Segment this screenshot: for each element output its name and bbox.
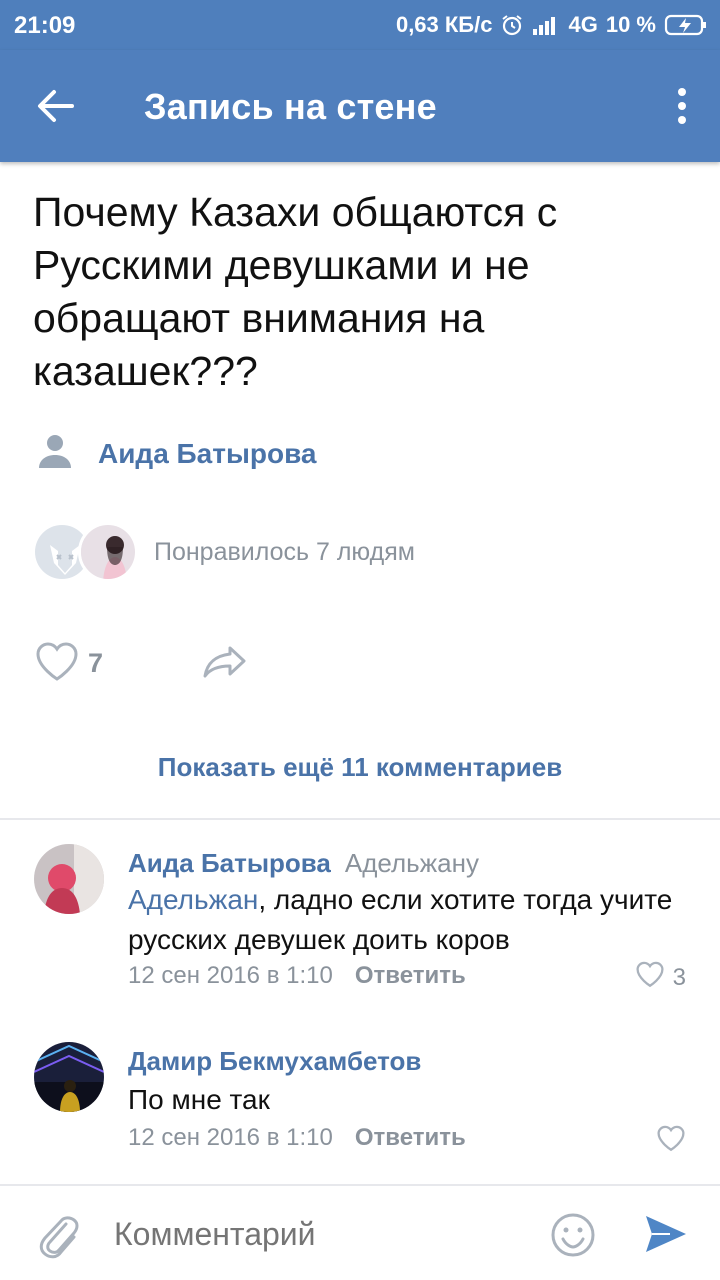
- commenter-name[interactable]: Аида Батырова: [128, 848, 331, 878]
- post-text: Почему Казахи общаются с Русскими девушк…: [33, 189, 558, 394]
- status-time: 21:09: [14, 12, 76, 39]
- mention-link[interactable]: Адельжан: [128, 884, 258, 915]
- comment-date: 12 сен 2016 в 1:10: [128, 962, 333, 989]
- commenter-avatar[interactable]: [34, 844, 104, 914]
- comment-text: Адельжан, ладно если хотите тогда учите …: [128, 880, 688, 960]
- page-title: Запись на стене: [144, 86, 437, 127]
- app-bar: Запись на стене: [0, 50, 720, 162]
- commenter-name[interactable]: Дамир Бекмухамбетов: [128, 1046, 421, 1076]
- heart-icon[interactable]: [635, 960, 665, 995]
- reply-to-name[interactable]: Адельжану: [345, 848, 479, 878]
- emoji-smile-icon[interactable]: [550, 1212, 596, 1263]
- comment-meta: 12 сен 2016 в 1:10 Ответить: [128, 1124, 466, 1152]
- post-actions: 7: [34, 640, 246, 687]
- like-count: 7: [88, 648, 104, 678]
- comment-input[interactable]: [114, 1216, 534, 1253]
- status-right: 0,63 КБ/с 4G 10 %: [396, 12, 708, 38]
- battery-percent: 10 %: [605, 12, 656, 37]
- comment-header: Дамир Бекмухамбетов: [128, 1046, 421, 1077]
- likes-summary: Понравилось 7 людям: [154, 537, 415, 566]
- comment-like-count: 3: [672, 963, 686, 991]
- liker-avatar-photo[interactable]: [78, 522, 138, 582]
- alarm-icon: [500, 13, 524, 37]
- author-name[interactable]: Аида Батырова: [98, 438, 317, 470]
- divider: [0, 818, 720, 820]
- reply-button[interactable]: Ответить: [355, 1124, 466, 1151]
- comment-text: По мне так: [128, 1084, 270, 1115]
- signal-icon: [532, 15, 560, 35]
- comment-meta: 12 сен 2016 в 1:10 Ответить: [128, 962, 466, 990]
- attach-paperclip-icon[interactable]: [36, 1212, 80, 1265]
- show-more-comments-link[interactable]: Показать ещё 11 комментариев: [0, 752, 720, 783]
- post-author[interactable]: Аида Батырова: [36, 432, 317, 475]
- like-heart-icon[interactable]: [34, 640, 80, 687]
- comment-header: Аида Батырова Адельжану: [128, 848, 479, 879]
- likers-row[interactable]: Понравилось 7 людям: [32, 522, 415, 582]
- reply-button[interactable]: Ответить: [355, 962, 466, 989]
- comment-like[interactable]: [656, 1124, 686, 1159]
- network-speed: 0,63 КБ/с: [395, 12, 493, 37]
- battery-charging-icon: [664, 13, 708, 37]
- heart-icon[interactable]: [656, 1124, 686, 1159]
- send-arrow-icon[interactable]: [642, 1212, 688, 1261]
- status-bar: 21:09 0,63 КБ/с 4G 10 %: [0, 0, 720, 50]
- commenter-avatar[interactable]: [34, 1042, 104, 1112]
- comment-date: 12 сен 2016 в 1:10: [128, 1124, 333, 1151]
- more-options-icon[interactable]: [674, 86, 690, 126]
- comment-like[interactable]: 3: [635, 960, 686, 995]
- user-icon: [36, 432, 74, 475]
- share-arrow-icon[interactable]: [200, 642, 250, 687]
- network-type: 4G: [568, 12, 598, 37]
- comment-composer: [0, 1184, 720, 1280]
- back-arrow-icon[interactable]: [32, 84, 80, 128]
